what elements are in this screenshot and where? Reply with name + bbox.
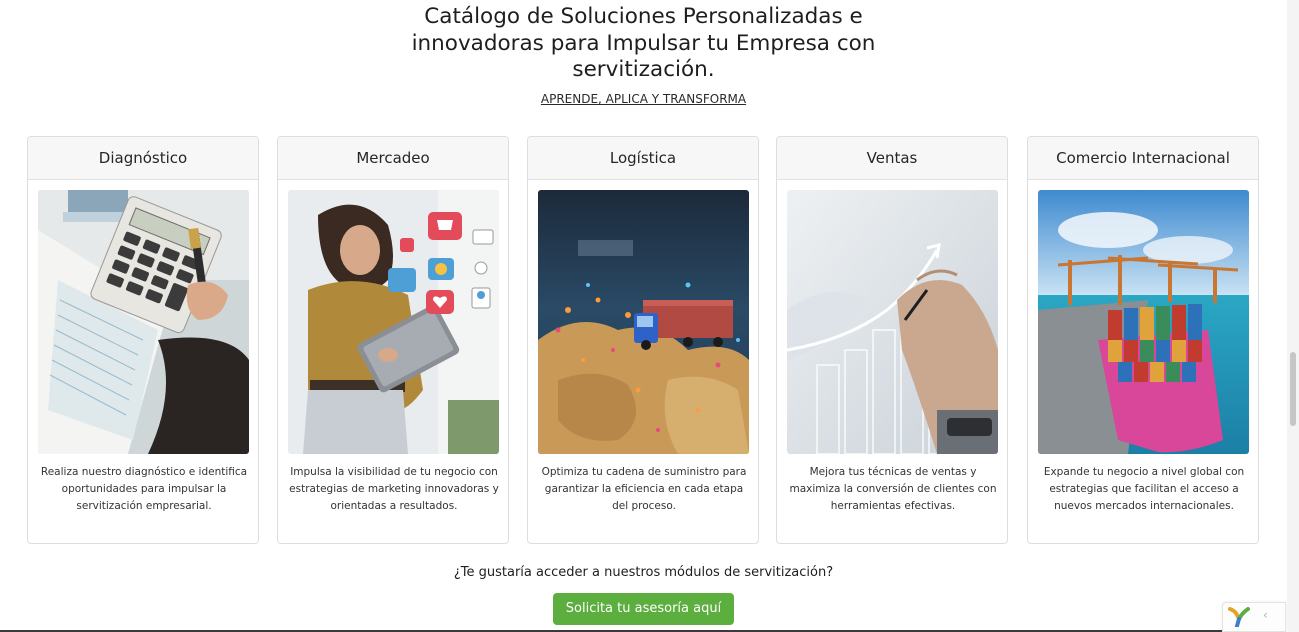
request-consulting-button[interactable]: Solicita tu asesoría aquí [553,593,734,625]
scrollbar[interactable] [1287,0,1299,632]
hand-drawing-growth-chart-photo [787,190,998,454]
scrollbar-thumb[interactable] [1290,352,1296,426]
card-title: Ventas [777,137,1007,180]
page: Catálogo de Soluciones Personalizadas e … [0,0,1299,632]
page-title-line-1: Catálogo de Soluciones Personalizadas e [424,4,863,29]
card-description: Mejora tus técnicas de ventas y maximiza… [789,466,997,512]
card-mercadeo[interactable]: Mercadeo Impulsa la visibilidad de tu ne… [277,136,509,544]
card-comercio-internacional[interactable]: Comercio Internacional Expande tu negoci… [1027,136,1259,544]
card-logistica[interactable]: Logística Optimiza tu cadena de suminist… [527,136,759,544]
woman-tablet-social-icons-photo [288,190,499,454]
chevron-left-icon[interactable]: ‹ [1263,608,1268,622]
card-description: Expande tu negocio a nivel global con es… [1043,466,1245,512]
page-title-line-2: innovadoras para Impulsar tu Empresa con [411,30,876,56]
card-title: Diagnóstico [28,137,258,180]
card-description: Impulsa la visibilidad de tu negocio con… [289,466,499,512]
card-ventas[interactable]: Ventas Mejora tus técnicas de ventas y m… [776,136,1008,544]
card-description: Optimiza tu cadena de suministro para ga… [541,466,747,512]
card-description: Realiza nuestro diagnóstico e identifica… [40,466,248,512]
card-title: Mercadeo [278,137,508,180]
trucks-on-map-photo [538,190,749,454]
calculator-accounting-photo [38,190,249,454]
container-ship-port-photo [1038,190,1249,454]
subtitle: APRENDE, APLICA Y TRANSFORMA [0,92,1287,106]
widget-logo-icon [1228,607,1250,632]
page-title: Catálogo de Soluciones Personalizadas e … [0,4,1287,84]
page-title-line-3: servitización. [572,57,715,82]
card-diagnostico[interactable]: Diagnóstico Realiza nuestro diagnóstico … [27,136,259,544]
card-title: Logística [528,137,758,180]
subtitle-link[interactable]: APRENDE, APLICA Y TRANSFORMA [541,92,746,106]
card-title: Comercio Internacional [1028,137,1258,180]
floating-widget[interactable]: ‹ [1222,602,1286,632]
cta-question: ¿Te gustaría acceder a nuestros módulos … [453,565,834,580]
